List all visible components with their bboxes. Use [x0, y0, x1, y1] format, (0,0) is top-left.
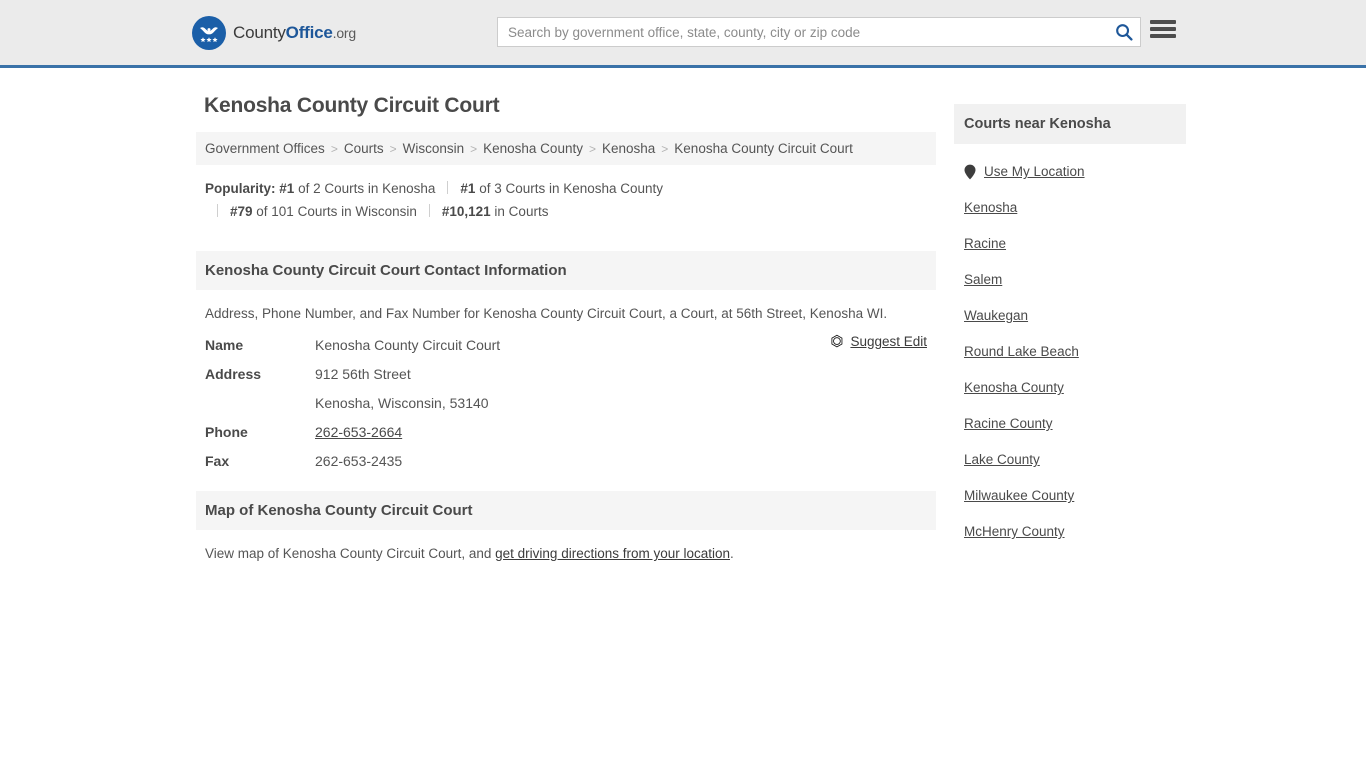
breadcrumb-separator: >	[470, 141, 478, 156]
detail-row: Kenosha, Wisconsin, 53140	[205, 395, 927, 411]
sidebar-item: Kenosha	[954, 190, 1186, 226]
logo-text-org: .org	[332, 24, 357, 41]
breadcrumb-item[interactable]: Courts	[344, 141, 384, 156]
breadcrumb-item[interactable]: Kenosha	[602, 141, 655, 156]
popularity-item: #10,121 in Courts	[441, 204, 549, 219]
sidebar-item: Kenosha County	[954, 370, 1186, 406]
use-my-location-link[interactable]: Use My Location	[964, 154, 1085, 190]
detail-row: Address 912 56th Street	[205, 366, 927, 382]
sidebar: Courts near Kenosha Use My Location Keno…	[954, 68, 1186, 561]
breadcrumb-item[interactable]: Government Offices	[205, 141, 325, 156]
popularity-rank: #79	[230, 204, 253, 219]
phone-link[interactable]: 262-653-2664	[315, 424, 402, 440]
suggest-edit-label: Suggest Edit	[850, 334, 927, 349]
sidebar-heading: Courts near Kenosha	[954, 104, 1186, 144]
detail-key: Address	[205, 366, 262, 382]
eagle-seal-icon	[192, 15, 226, 50]
sidebar-link[interactable]: Kenosha	[964, 190, 1017, 226]
suggest-edit-button[interactable]: ⏣ Suggest Edit	[830, 334, 927, 349]
sidebar-link[interactable]: Racine	[964, 226, 1006, 262]
site-logo[interactable]: CountyOffice.org	[192, 15, 356, 50]
search-icon	[1116, 24, 1133, 41]
sidebar-item: Round Lake Beach	[954, 334, 1186, 370]
site-header: CountyOffice.org	[0, 0, 1366, 68]
hamburger-menu-icon[interactable]	[1150, 18, 1176, 40]
breadcrumb-separator: >	[389, 141, 397, 156]
detail-row: Phone 262-653-2664	[205, 424, 927, 440]
sidebar-item: Milwaukee County	[954, 478, 1186, 514]
map-pin-icon	[964, 164, 976, 180]
breadcrumb-item[interactable]: Kenosha County Circuit Court	[674, 141, 853, 156]
logo-text: CountyOffice.org	[233, 23, 356, 43]
detail-row: Fax 262-653-2435	[205, 453, 927, 469]
sidebar-item: Waukegan	[954, 298, 1186, 334]
popularity-rank: #1	[460, 181, 476, 196]
sidebar-item: Lake County	[954, 442, 1186, 478]
detail-key: Name	[205, 337, 244, 353]
page-body: Kenosha County Circuit Court Government …	[0, 68, 1366, 561]
map-description: View map of Kenosha County Circuit Court…	[196, 530, 936, 561]
sidebar-link[interactable]: Round Lake Beach	[964, 334, 1079, 370]
popularity-separator	[217, 204, 218, 217]
search-bar	[497, 17, 1141, 47]
search-input[interactable]	[497, 17, 1141, 47]
contact-description: Address, Phone Number, and Fax Number fo…	[205, 306, 888, 321]
popularity-separator	[447, 181, 449, 194]
edit-pencil-icon: ⏣	[830, 333, 844, 350]
detail-key: Phone	[205, 424, 248, 440]
main-content: Kenosha County Circuit Court Government …	[196, 68, 936, 561]
map-description-after: .	[730, 546, 734, 561]
detail-value: Kenosha, Wisconsin, 53140	[315, 395, 489, 411]
popularity-rank: #10,121	[441, 204, 491, 219]
popularity-rank: #1	[279, 181, 295, 196]
sidebar-item: Racine County	[954, 406, 1186, 442]
menu-bar-1	[1150, 20, 1176, 24]
popularity-item: #1 of 2 Courts in Kenosha	[279, 181, 436, 196]
popularity-section: Popularity: #1 of 2 Courts in Kenosha #1 …	[196, 165, 936, 229]
menu-bar-2	[1150, 27, 1176, 31]
popularity-separator	[428, 204, 430, 217]
sidebar-item: Salem	[954, 262, 1186, 298]
sidebar-link[interactable]: Racine County	[964, 406, 1053, 442]
menu-bar-3	[1150, 34, 1176, 38]
sidebar-link[interactable]: Lake County	[964, 442, 1040, 478]
search-button[interactable]	[1111, 20, 1137, 44]
map-description-before: View map of Kenosha County Circuit Court…	[205, 546, 496, 561]
contact-section-heading: Kenosha County Circuit Court Contact Inf…	[196, 251, 936, 290]
popularity-item: #79 of 101 Courts in Wisconsin	[230, 204, 417, 219]
logo-text-office: Office	[285, 22, 333, 42]
logo-text-county: County	[233, 22, 286, 42]
detail-row: Name Kenosha County Circuit Court	[205, 337, 927, 353]
sidebar-link[interactable]: Kenosha County	[964, 370, 1064, 406]
sidebar-item: Racine	[954, 226, 1186, 262]
popularity-label: Popularity:	[205, 181, 276, 196]
contact-detail-table: Name Kenosha County Circuit Court Address 9…	[196, 329, 936, 469]
driving-directions-link[interactable]: get driving directions from your locatio…	[495, 546, 730, 561]
breadcrumb-item[interactable]: Wisconsin	[403, 141, 465, 156]
sidebar-link[interactable]: Milwaukee County	[964, 478, 1074, 514]
breadcrumb: Government Offices > Courts > Wisconsin > Keno…	[196, 132, 936, 165]
sidebar-item: McHenry County	[954, 514, 1186, 550]
popularity-item: #1 of 3 Courts in Kenosha County	[460, 181, 664, 196]
breadcrumb-separator: >	[661, 141, 669, 156]
breadcrumb-separator: >	[330, 141, 338, 156]
breadcrumb-separator: >	[588, 141, 596, 156]
sidebar-link[interactable]: Salem	[964, 262, 1002, 298]
map-section-heading: Map of Kenosha County Circuit Court	[196, 491, 936, 530]
detail-value: 262-653-2435	[315, 453, 403, 469]
sidebar-link[interactable]: Waukegan	[964, 298, 1028, 334]
detail-key: Fax	[205, 453, 230, 469]
detail-value: 912 56th Street	[315, 366, 411, 382]
sidebar-link[interactable]: McHenry County	[964, 514, 1065, 550]
sidebar-item-use-my-location: Use My Location	[954, 154, 1186, 190]
breadcrumb-item[interactable]: Kenosha County	[483, 141, 583, 156]
page-title: Kenosha County Circuit Court	[204, 94, 500, 117]
use-my-location-label: Use My Location	[984, 164, 1085, 179]
sidebar-link-list: Use My Location Kenosha Racine Salem Waukeg…	[954, 144, 1186, 550]
detail-value: Kenosha County Circuit Court	[315, 337, 501, 353]
